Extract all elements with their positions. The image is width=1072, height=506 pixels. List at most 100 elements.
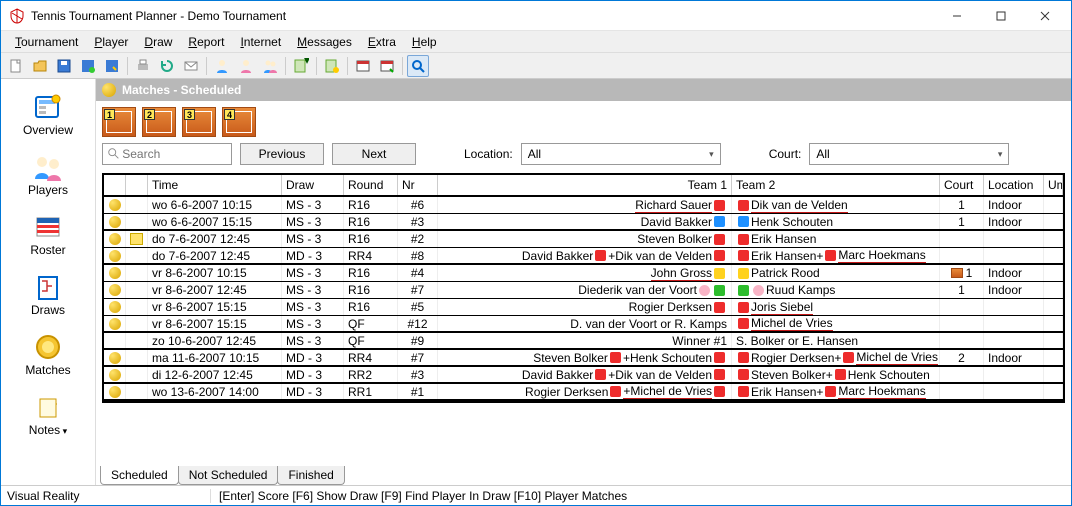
sidebar-item-roster[interactable]: Roster [1,207,95,267]
close-button[interactable] [1023,2,1067,30]
menu-extra[interactable]: Extra [360,33,404,51]
court-button-3[interactable]: 3 [182,107,216,137]
cell-time: do 7-6-2007 12:45 [148,248,282,263]
col-header[interactable]: Location [984,175,1044,195]
table-row[interactable]: zo 10-6-2007 12:45MS - 3QF#9Winner #1S. … [104,333,1063,350]
maximize-button[interactable] [979,2,1023,30]
status-hint: [Enter] Score [F6] Show Draw [F9] Find P… [211,489,627,503]
menu-report[interactable]: Report [180,33,232,51]
cell-team2: Joris Siebel [732,299,940,315]
location-combo[interactable]: All ▾ [521,143,721,165]
col-header[interactable] [104,175,126,195]
sidebar-item-players[interactable]: Players [1,147,95,207]
table-row[interactable]: vr 8-6-2007 15:15MS - 3R16#5Rogier Derks… [104,299,1063,316]
sidebar-item-label: Players [28,183,68,197]
table-row[interactable]: ma 11-6-2007 10:15MD - 3RR4#7Steven Bolk… [104,350,1063,367]
cell-round: RR2 [344,367,398,382]
player-pink-icon[interactable] [235,55,257,77]
table-row[interactable]: wo 13-6-2007 14:00MD - 3RR1#1Rogier Derk… [104,384,1063,401]
cell-location [984,299,1044,315]
status-square [714,250,725,261]
cell-round: R16 [344,282,398,298]
table-row[interactable]: vr 8-6-2007 15:15MS - 3QF#12D. van der V… [104,316,1063,333]
tab-scheduled[interactable]: Scheduled [100,466,179,485]
player-name: Ruud Kamps [766,283,835,297]
search-field[interactable] [122,147,227,161]
table-row[interactable]: wo 6-6-2007 15:15MS - 3R16#3David Bakker… [104,214,1063,231]
player-name: Erik Hansen+ [751,385,823,399]
player-blue-icon[interactable] [211,55,233,77]
status-square [610,386,621,397]
previous-button[interactable]: Previous [240,143,324,165]
col-header[interactable]: Umpire [1044,175,1063,195]
players-icon [32,153,64,181]
table-row[interactable]: do 7-6-2007 12:45MD - 3RR4#8David Bakker… [104,248,1063,265]
match-icon [109,386,121,398]
tab-not-scheduled[interactable]: Not Scheduled [178,466,279,485]
menu-internet[interactable]: Internet [232,33,289,51]
restore-icon[interactable] [101,55,123,77]
col-header[interactable]: Draw [282,175,344,195]
sidebar-item-draws[interactable]: Draws [1,267,95,327]
col-header[interactable]: Team 2 [732,175,940,195]
menu-draw[interactable]: Draw [136,33,180,51]
sidebar-item-matches[interactable]: Matches [1,327,95,387]
refresh-icon[interactable] [156,55,178,77]
save-icon[interactable] [53,55,75,77]
table-row[interactable]: vr 8-6-2007 10:15MS - 3R16#4John GrossPa… [104,265,1063,282]
open-icon[interactable] [29,55,51,77]
table-row[interactable]: wo 6-6-2007 10:15MS - 3R16#6Richard Saue… [104,197,1063,214]
cell-team2: Ruud Kamps [732,282,940,298]
cell-team2: Erik Hansen [732,231,940,247]
tab-finished[interactable]: Finished [277,466,344,485]
schedule-icon[interactable] [352,55,374,77]
cell-team1: David Bakker+Dik van de Velden [438,367,732,382]
search-icon[interactable] [407,55,429,77]
draw-edit-icon[interactable] [321,55,343,77]
col-header[interactable] [126,175,148,195]
backup-icon[interactable] [77,55,99,77]
court-button-2[interactable]: 2 [142,107,176,137]
table-row[interactable]: vr 8-6-2007 12:45MS - 3R16#7Diederik van… [104,282,1063,299]
cell-umpire [1044,231,1063,247]
cell-court [940,231,984,247]
menu-tournament[interactable]: Tournament [7,33,86,51]
cell-court [940,316,984,331]
cell-nr: #4 [398,265,438,281]
status-square [738,285,749,296]
court-button-4[interactable]: 4 [222,107,256,137]
sidebar-item-overview[interactable]: Overview [1,87,95,147]
col-header[interactable]: Nr [398,175,438,195]
minimize-button[interactable] [935,2,979,30]
cell-umpire [1044,316,1063,331]
print-icon[interactable] [132,55,154,77]
col-header[interactable]: Round [344,175,398,195]
court-button-1[interactable]: 1 [102,107,136,137]
player-name: Marc Hoekmans [838,248,925,263]
draw-add-icon[interactable]: ▾ [290,55,312,77]
table-row[interactable]: di 12-6-2007 12:45MD - 3RR2#3David Bakke… [104,367,1063,384]
player-group-icon[interactable] [259,55,281,77]
cell-draw: MD - 3 [282,350,344,365]
cell-location: Indoor [984,282,1044,298]
cell-nr: #7 [398,282,438,298]
next-button[interactable]: Next [332,143,416,165]
court-combo[interactable]: All ▾ [809,143,1009,165]
table-row[interactable]: do 7-6-2007 12:45MS - 3R16#2Steven Bolke… [104,231,1063,248]
menu-help[interactable]: Help [404,33,445,51]
menu-messages[interactable]: Messages [289,33,360,51]
sidebar-item-notes[interactable]: Notes [1,387,95,447]
col-header[interactable]: Team 1 [438,175,732,195]
menu-player[interactable]: Player [86,33,136,51]
col-header[interactable]: Court [940,175,984,195]
mail-icon[interactable] [180,55,202,77]
new-icon[interactable] [5,55,27,77]
cell-time: di 12-6-2007 12:45 [148,367,282,382]
player-name: Rogier Derksen [629,300,712,314]
schedule-run-icon[interactable] [376,55,398,77]
search-input[interactable] [102,143,232,165]
cell-round: R16 [344,299,398,315]
cell-court: 2 [940,350,984,365]
col-header[interactable]: Time [148,175,282,195]
status-square [714,302,725,313]
